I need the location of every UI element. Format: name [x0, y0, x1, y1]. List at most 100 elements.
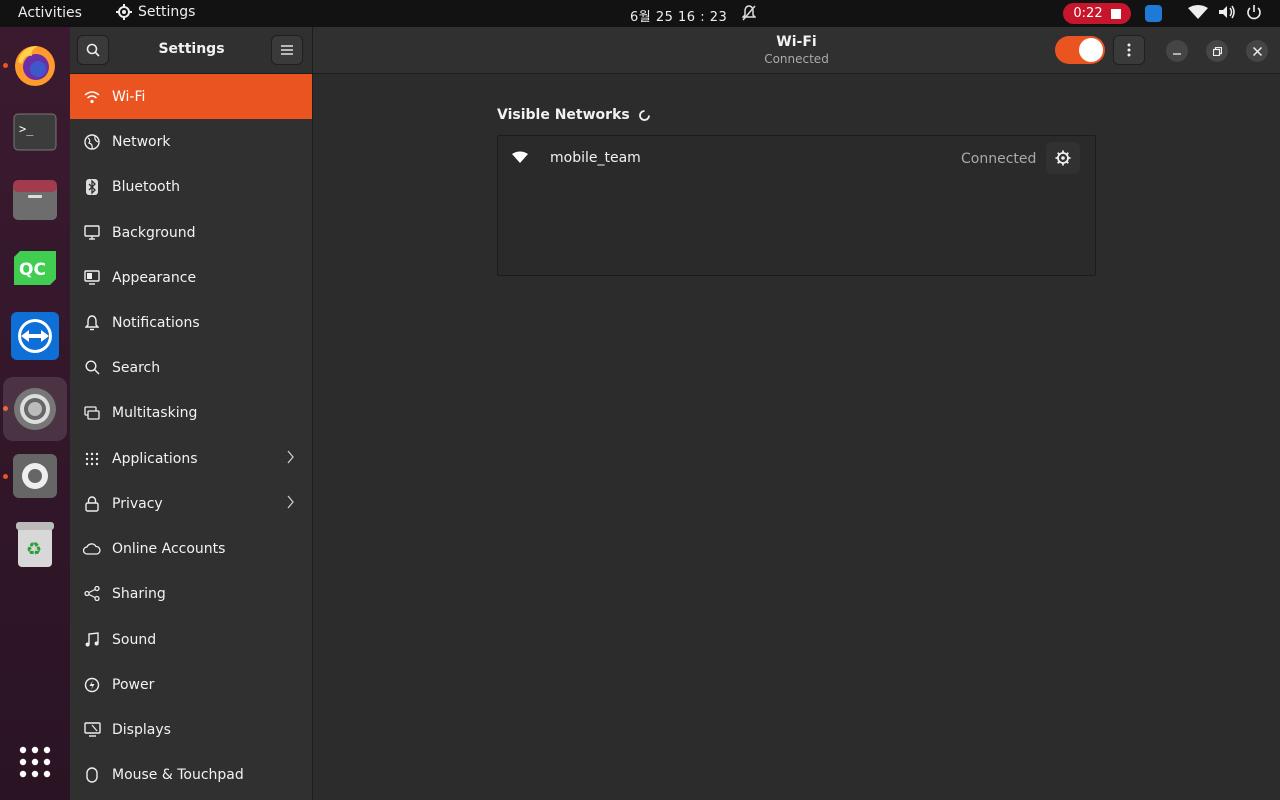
power-icon: [70, 677, 112, 693]
sidebar-item-power[interactable]: Power: [70, 662, 312, 707]
network-status: Connected: [961, 151, 1037, 167]
sidebar-item-label: Search: [112, 359, 161, 376]
visible-networks-title: Visible Networks: [497, 107, 630, 123]
lock-icon: [70, 495, 112, 512]
app-grid-launcher[interactable]: [8, 735, 62, 789]
close-button[interactable]: [1246, 40, 1268, 62]
teamviewer-tray-icon[interactable]: [1145, 5, 1162, 22]
trash-launcher[interactable]: ♻: [8, 517, 62, 571]
sidebar-item-bluetooth[interactable]: Bluetooth: [70, 164, 312, 209]
files-icon: [13, 180, 57, 220]
sidebar-item-network[interactable]: Network: [70, 119, 312, 164]
settings-sidebar: Wi-Fi Network Bluetooth Background Appea…: [70, 74, 313, 800]
notifications-muted-icon: [741, 5, 757, 25]
restore-icon: [1212, 46, 1222, 56]
svg-text:>_: >_: [19, 122, 34, 136]
chevron-right-icon: [287, 495, 294, 513]
system-tray[interactable]: [1188, 4, 1262, 20]
sidebar-item-applications[interactable]: Applications: [70, 436, 312, 481]
minimize-button[interactable]: [1166, 40, 1188, 62]
sidebar-item-label: Applications: [112, 450, 198, 467]
sidebar-item-label: Notifications: [112, 314, 200, 331]
sidebar-item-label: Wi-Fi: [112, 88, 146, 105]
hamburger-icon: [281, 45, 293, 55]
network-settings-button[interactable]: [1046, 142, 1080, 174]
sidebar-item-search[interactable]: Search: [70, 345, 312, 390]
share-icon: [70, 586, 112, 601]
sidebar-item-notifications[interactable]: Notifications: [70, 300, 312, 345]
sidebar-item-background[interactable]: Background: [70, 210, 312, 255]
cloud-icon: [70, 542, 112, 555]
dock: >_ QC ♻: [0, 27, 70, 800]
sidebar-item-displays[interactable]: Displays: [70, 707, 312, 752]
chevron-right-icon: [287, 450, 294, 468]
sidebar-item-label: Multitasking: [112, 404, 198, 421]
power-tray-icon: [1247, 5, 1261, 20]
sidebar-item-label: Mouse & Touchpad: [112, 766, 244, 783]
network-list: mobile_team Connected: [497, 135, 1096, 276]
maximize-button[interactable]: [1206, 40, 1228, 62]
more-vertical-icon: [1127, 43, 1131, 57]
volume-icon: [1219, 5, 1235, 19]
sidebar-item-label: Network: [112, 133, 171, 150]
network-ssid: mobile_team: [550, 150, 641, 166]
sidebar-item-appearance[interactable]: Appearance: [70, 255, 312, 300]
wifi-signal-icon: [512, 151, 528, 167]
clock[interactable]: 6월 25 16 : 23: [630, 6, 727, 25]
sidebar-item-label: Appearance: [112, 269, 197, 286]
close-icon: [1252, 46, 1262, 56]
search-icon: [70, 360, 112, 375]
mouse-icon: [70, 766, 112, 783]
app-menu[interactable]: Settings: [116, 4, 195, 20]
activities-button[interactable]: Activities: [18, 5, 82, 21]
app-grid-icon: [19, 746, 51, 778]
screen-recording-indicator[interactable]: 0:22: [1063, 3, 1131, 24]
main-menu-button[interactable]: [271, 35, 303, 65]
gear-icon: [116, 4, 132, 20]
gear-icon: [1055, 150, 1071, 166]
wifi-tray-icon: [1188, 5, 1208, 19]
files-launcher[interactable]: [8, 173, 62, 227]
sidebar-item-sound[interactable]: Sound: [70, 617, 312, 662]
sidebar-item-privacy[interactable]: Privacy: [70, 481, 312, 526]
qt-creator-launcher[interactable]: QC: [8, 241, 62, 295]
bluetooth-icon: [70, 178, 112, 195]
sidebar-header: Settings: [70, 27, 313, 74]
terminal-launcher[interactable]: >_: [8, 105, 62, 159]
sidebar-item-label: Power: [112, 676, 155, 693]
monitor-icon: [70, 225, 112, 240]
wifi-icon: [70, 90, 112, 104]
sidebar-item-sharing[interactable]: Sharing: [70, 571, 312, 616]
sidebar-item-mouse-touchpad[interactable]: Mouse & Touchpad: [70, 752, 312, 797]
spinner-icon: [638, 109, 650, 121]
bell-icon: [70, 314, 112, 331]
wifi-menu-button[interactable]: [1113, 35, 1145, 65]
main-header: Wi-Fi Connected: [313, 27, 1280, 74]
teamviewer-launcher[interactable]: [8, 309, 62, 363]
sidebar-item-multitasking[interactable]: Multitasking: [70, 390, 312, 435]
sidebar-item-label: Sound: [112, 631, 157, 648]
firefox-icon: [15, 46, 55, 86]
svg-text:♻: ♻: [26, 539, 42, 560]
apps-icon: [70, 452, 112, 466]
sidebar-item-label: Background: [112, 224, 196, 241]
globe-icon: [70, 133, 112, 150]
visible-networks-header: Visible Networks: [497, 107, 651, 123]
settings-alt-icon: [13, 454, 57, 498]
settings-launcher[interactable]: [3, 377, 67, 441]
top-bar: Activities Settings 6월 25 16 : 23 0:22: [0, 0, 1280, 27]
settings-alt-launcher[interactable]: [8, 449, 62, 503]
network-row[interactable]: mobile_team Connected: [498, 136, 1095, 181]
stop-icon: [1110, 8, 1121, 19]
sidebar-item-online-accounts[interactable]: Online Accounts: [70, 526, 312, 571]
appearance-icon: [70, 270, 112, 285]
qt-label: QC: [19, 260, 46, 280]
settings-icon: [14, 388, 56, 430]
sidebar-item-label: Bluetooth: [112, 178, 180, 195]
teamviewer-icon: [11, 312, 59, 360]
trash-icon: ♻: [16, 522, 54, 567]
wifi-toggle[interactable]: [1055, 36, 1105, 64]
minimize-icon: [1173, 53, 1181, 55]
sidebar-item-wifi[interactable]: Wi-Fi: [70, 74, 312, 119]
firefox-launcher[interactable]: [8, 38, 62, 92]
